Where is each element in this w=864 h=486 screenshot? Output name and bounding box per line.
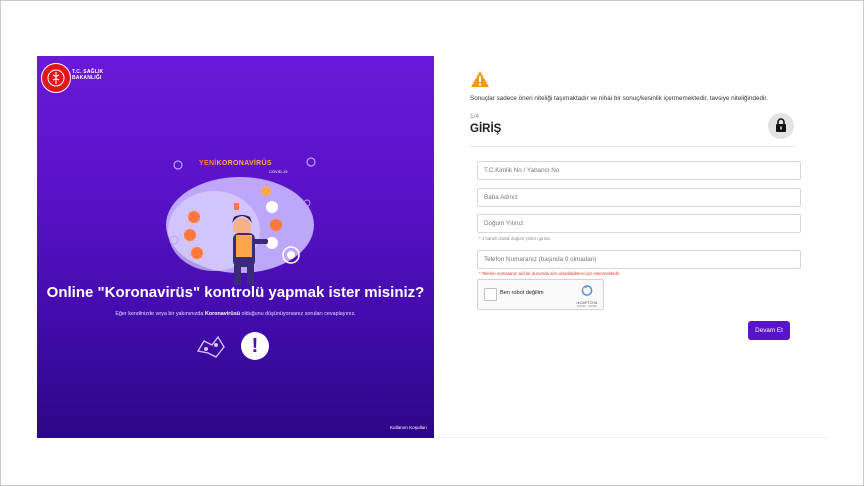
- form-title: GİRİŞ: [470, 123, 502, 135]
- recaptcha-checkbox[interactable]: [484, 288, 497, 301]
- promo-subtitle: Eğer kendinizde veya bir yakınınızda Kor…: [115, 311, 356, 317]
- ministry-name: T.C. SAĞLIK BAKANLIĞI: [72, 69, 104, 81]
- promo-heading: Online "Koronavirüs" kontrolü yapmak ist…: [46, 284, 425, 301]
- phone-hint: * Telefon numaranız acil bir durumda siz…: [479, 271, 621, 276]
- terms-of-use-link[interactable]: Kullanım Koşulları: [390, 425, 427, 430]
- secure-lock-badge: [768, 113, 794, 139]
- birth-year-input[interactable]: Doğum Yılınız: [477, 214, 801, 233]
- recaptcha-widget: Ben robot değilim reCAPTCHA Gizlilik - Ş…: [477, 279, 604, 310]
- warning-icon: [471, 71, 489, 87]
- ministry-seal-icon: [41, 63, 71, 93]
- alert-icon: !: [241, 332, 269, 360]
- coughing-person-illustration: [166, 157, 316, 285]
- recaptcha-label: Ben robot değilim: [500, 290, 544, 296]
- step-indicator: 1/4: [470, 113, 480, 120]
- form-divider: [470, 146, 796, 147]
- ministry-logo: T.C. SAĞLIK BAKANLIĞI: [41, 63, 105, 93]
- promo-panel: T.C. SAĞLIK BAKANLIĞI YENİKORONAVİRÜS CO…: [37, 56, 434, 438]
- footer-divider: [438, 437, 828, 438]
- promo-icons: !: [194, 331, 274, 363]
- recaptcha-logo-icon: [581, 285, 593, 296]
- father-name-input[interactable]: Baba Adınız: [477, 188, 801, 207]
- disclaimer-text: Sonuçlar sadece öneri niteliği taşımakta…: [470, 95, 768, 102]
- birth-year-hint: * 4 haneli olarak doğum yılınızı giriniz…: [479, 236, 552, 241]
- phone-input[interactable]: Telefon Numaranız (başında 0 olmadan): [477, 250, 801, 269]
- lock-icon: [776, 118, 786, 132]
- tc-id-input[interactable]: T.C.Kimlik No / Yabancı No: [477, 161, 801, 180]
- continue-button[interactable]: Devam Et: [748, 321, 790, 340]
- map-icon: [196, 335, 225, 358]
- recaptcha-brand: reCAPTCHA Gizlilik - Şartlar: [574, 283, 600, 308]
